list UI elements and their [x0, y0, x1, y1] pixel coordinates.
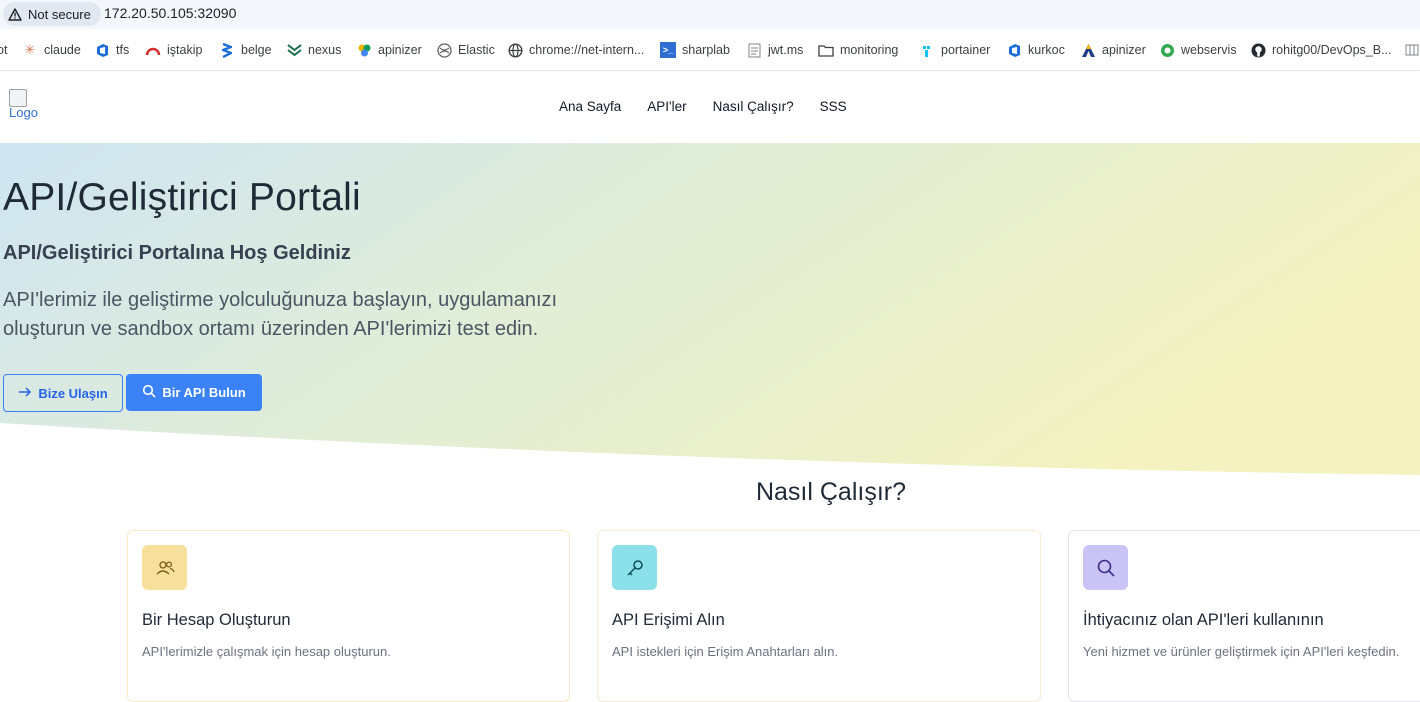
logo-alt-text: Logo [9, 105, 38, 120]
search-icon [1083, 545, 1128, 590]
step-card-use-apis: İhtiyacınız olan API'leri kullanının Yen… [1068, 530, 1420, 702]
folder-icon [818, 42, 834, 58]
step-card-get-access: API Erişimi Alın API istekleri için Eriş… [597, 530, 1041, 702]
bookmarks-bar: ot ✳ claude tfs iştakip belge nexus apini… [0, 29, 1420, 71]
step-card-title: API Erişimi Alın [612, 611, 725, 629]
bookmark-portainer[interactable]: portainer [919, 41, 990, 59]
portainer-icon [919, 42, 935, 58]
bookmark-label: monitoring [840, 43, 899, 57]
bookmark-belge[interactable]: belge [219, 41, 272, 59]
step-card-create-account: Bir Hesap Oluşturun API'lerimizle çalışm… [127, 530, 570, 702]
globe-icon [507, 42, 523, 58]
find-api-button[interactable]: Bir API Bulun [126, 374, 262, 411]
bookmark-monitoring[interactable]: monitoring [818, 41, 898, 59]
bookmark-label: Elastic [458, 43, 495, 57]
bookmark-istakip[interactable]: iştakip [145, 41, 202, 59]
bookmark-label: belge [241, 43, 272, 57]
github-icon [1250, 42, 1266, 58]
hero-section: API/Geliştirici Portali API/Geliştirici … [0, 143, 1420, 475]
gauge-icon [145, 42, 161, 58]
step-card-description: API istekleri için Erişim Anahtarları al… [612, 644, 839, 659]
claude-icon: ✳ [24, 42, 36, 57]
hero-subtitle: API/Geliştirici Portalına Hoş Geldiniz [3, 242, 351, 264]
bookmark-sharplab[interactable]: >_ sharplab [660, 41, 730, 59]
nav-home[interactable]: Ana Sayfa [559, 99, 621, 114]
bookmark-label: apinizer [1102, 43, 1146, 57]
contact-button-label: Bize Ulaşın [38, 385, 108, 401]
bookmark-claude[interactable]: ✳ claude [22, 41, 81, 59]
nav-how-it-works[interactable]: Nasıl Çalışır? [713, 99, 794, 114]
how-it-works-title: Nasıl Çalışır? [755, 478, 907, 506]
bookmark-github[interactable]: rohitg00/DevOps_B... [1250, 41, 1392, 59]
bookmark-jwt[interactable]: jwt.ms [746, 41, 803, 59]
main-nav: Ana Sayfa API'ler Nasıl Çalışır? SSS [559, 99, 847, 114]
bookmark-label: portainer [941, 43, 991, 57]
bookmark-label: nexus [308, 43, 342, 57]
bookmark-label: sharplab [682, 43, 730, 57]
security-indicator[interactable]: Not secure [3, 2, 101, 26]
bookmark-label: kurkoc [1028, 43, 1065, 57]
elastic-icon [436, 42, 452, 58]
sharplab-icon: >_ [660, 42, 676, 58]
hero-description: API'lerimiz ile geliştirme yolculuğunuza… [3, 289, 558, 340]
browser-address-bar: Not secure 172.20.50.105:32090 [0, 0, 1420, 29]
nav-faq[interactable]: SSS [820, 99, 847, 114]
nav-apis[interactable]: API'ler [647, 99, 686, 114]
url-field[interactable]: 172.20.50.105:32090 [104, 5, 236, 21]
bookmark-label: iştakip [167, 43, 203, 57]
contact-button[interactable]: Bize Ulaşın [3, 374, 123, 412]
bookmark-label: jwt.ms [768, 43, 804, 57]
webservis-icon [1159, 42, 1175, 58]
step-card-title: İhtiyacınız olan API'leri kullanının [1083, 611, 1324, 629]
azure-devops-icon [1006, 42, 1022, 58]
document-icon [746, 42, 762, 58]
hero-title: API/Geliştirici Portali [3, 176, 361, 219]
step-card-description: API'lerimizle çalışmak için hesap oluştu… [142, 644, 391, 659]
logo[interactable]: Logo [9, 89, 38, 120]
azure-devops-icon [94, 42, 110, 58]
apinizer-a-icon [1080, 42, 1096, 58]
bookmark-tfs[interactable]: tfs [94, 41, 129, 59]
bookmark-ot[interactable]: ot [0, 41, 7, 59]
key-icon [612, 545, 657, 590]
bookmark-label: claude [44, 43, 81, 57]
bookmark-apinizer[interactable]: apinizer [356, 41, 422, 59]
bookmark-label: apinizer [378, 43, 422, 57]
step-card-description: Yeni hizmet ve ürünler geliştirmek için … [1083, 644, 1400, 659]
search-icon [142, 384, 156, 401]
arrow-right-icon [18, 386, 32, 401]
bookmark-overflow-icon [1404, 42, 1420, 58]
bookmark-apinizer-2[interactable]: apinizer [1080, 41, 1146, 59]
site-header: Logo Ana Sayfa API'ler Nasıl Çalışır? SS… [0, 71, 1420, 143]
bookmark-label: webservis [1181, 43, 1237, 57]
bookmark-overflow[interactable] [1404, 41, 1420, 59]
step-card-title: Bir Hesap Oluşturun [142, 611, 291, 629]
bookmark-chrome-net-internals[interactable]: chrome://net-intern... [507, 41, 644, 59]
bookmark-label: ot [0, 43, 8, 57]
nexus-icon [286, 42, 302, 58]
bookmark-label: chrome://net-intern... [529, 43, 645, 57]
users-icon [142, 545, 187, 590]
find-api-button-label: Bir API Bulun [162, 385, 246, 400]
apinizer-icon [356, 42, 372, 58]
bookmark-kurkoc[interactable]: kurkoc [1006, 41, 1065, 59]
bookmark-elastic[interactable]: Elastic [436, 41, 495, 59]
bookmark-label: rohitg00/DevOps_B... [1272, 43, 1392, 57]
bookmark-nexus[interactable]: nexus [286, 41, 341, 59]
belge-icon [219, 42, 235, 58]
security-label: Not secure [28, 6, 91, 22]
bookmark-webservis[interactable]: webservis [1159, 41, 1237, 59]
bookmark-label: tfs [116, 43, 130, 57]
warning-icon [8, 7, 22, 21]
